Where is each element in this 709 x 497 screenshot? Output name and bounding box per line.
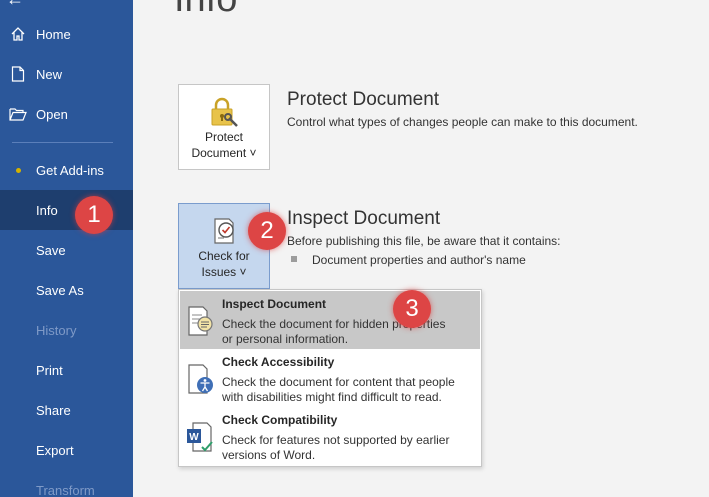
sidebar-item-share[interactable]: Share [0, 390, 133, 430]
sidebar-item-label: Open [36, 106, 68, 122]
menu-item-title: Check Accessibility [222, 355, 335, 369]
check-for-issues-menu: Inspect Document Check the document for … [178, 289, 482, 467]
menu-item-desc: Check for features not supported by earl… [222, 433, 450, 447]
sidebar-divider [12, 142, 113, 143]
new-document-icon [0, 66, 36, 82]
sidebar-item-label: Save [36, 242, 66, 258]
menu-item-title: Check Compatibility [222, 413, 338, 427]
menu-item-desc: versions of Word. [222, 448, 316, 462]
back-arrow-icon[interactable]: ← [6, 0, 24, 8]
inspect-bullet-text: Document properties and author's name [312, 253, 526, 267]
menu-item-title: Inspect Document [222, 297, 327, 311]
word-compatibility-icon: W [186, 421, 216, 455]
sidebar-item-transform: Transform [0, 470, 133, 497]
menu-item-desc: with disabilities might find difficult t… [222, 390, 442, 404]
menu-item-inspect-document[interactable]: Inspect Document Check the document for … [180, 291, 480, 349]
protect-document-description: Control what types of changes people can… [287, 115, 638, 129]
sidebar-item-save-as[interactable]: Save As [0, 270, 133, 310]
sidebar-item-open[interactable]: Open [0, 94, 133, 134]
protect-document-title: Protect Document [287, 89, 440, 110]
inspect-document-title: Inspect Document [287, 208, 441, 229]
lock-icon [209, 95, 239, 129]
step-badge-1: 1 [75, 196, 113, 234]
accessibility-icon [186, 363, 216, 397]
step-badge-3: 3 [393, 290, 431, 328]
backstage-sidebar: ← Home New Open Get Add-ins Info Save Sa… [0, 0, 133, 497]
checklist-icon [209, 214, 239, 248]
sidebar-item-label: Info [36, 202, 58, 218]
sidebar-item-info[interactable]: Info [0, 190, 133, 230]
inspect-document-description: Before publishing this file, be aware th… [287, 234, 561, 248]
svg-text:W: W [189, 432, 199, 443]
sidebar-item-label: Share [36, 402, 71, 418]
sidebar-item-label: Get Add-ins [36, 162, 104, 178]
protect-button-line1: Protect [204, 130, 243, 144]
sidebar-item-label: Transform [36, 482, 95, 497]
sidebar-item-history: History [0, 310, 133, 350]
home-icon [0, 26, 36, 42]
sidebar-item-get-add-ins[interactable]: Get Add-ins [0, 150, 133, 190]
sidebar-item-label: Home [36, 26, 71, 42]
folder-open-icon [0, 107, 36, 121]
sidebar-item-label: Save As [36, 282, 84, 298]
sidebar-item-export[interactable]: Export [0, 430, 133, 470]
sidebar-item-label: History [36, 322, 77, 338]
menu-item-desc: Check the document for content that peop… [222, 375, 455, 389]
sidebar-item-print[interactable]: Print [0, 350, 133, 390]
check-issues-line1: Check for [198, 249, 250, 263]
check-issues-line2: Issues ˅ [201, 265, 247, 279]
sidebar-item-save[interactable]: Save [0, 230, 133, 270]
bullet-marker [291, 256, 297, 262]
page-title: Info [174, 0, 237, 21]
sidebar-item-label: Print [36, 362, 63, 378]
protect-button-line2: Document ˅ [191, 146, 257, 160]
sidebar-item-label: New [36, 66, 63, 82]
protect-document-button[interactable]: Protect Document ˅ [178, 84, 270, 170]
menu-item-check-compatibility[interactable]: W Check Compatibility Check for features… [180, 407, 480, 465]
sidebar-item-home[interactable]: Home [0, 14, 133, 54]
sidebar-item-label: Export [36, 442, 74, 458]
step-badge-2: 2 [248, 212, 286, 250]
update-dot-icon [0, 167, 36, 173]
menu-item-desc: or personal information. [222, 332, 349, 346]
inspect-document-icon [186, 305, 216, 339]
sidebar-item-new[interactable]: New [0, 54, 133, 94]
menu-item-check-accessibility[interactable]: Check Accessibility Check the document f… [180, 349, 480, 407]
